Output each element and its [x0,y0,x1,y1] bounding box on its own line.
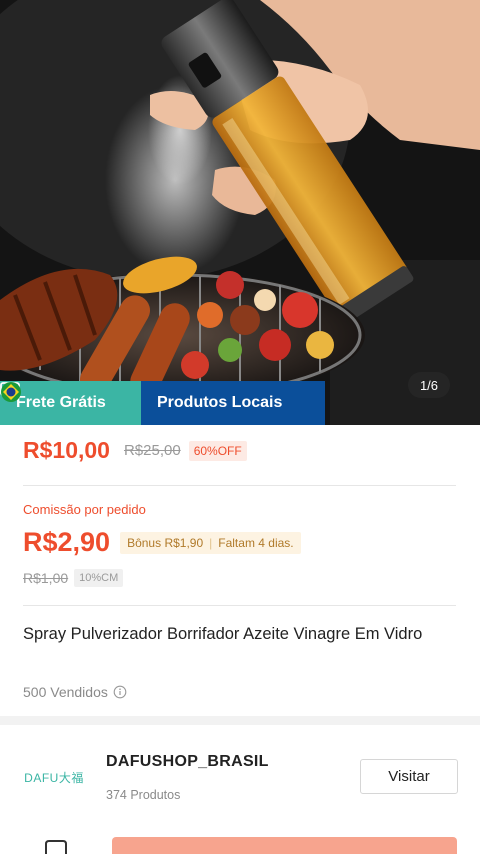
store-icon[interactable] [44,840,68,854]
commission-rate: 10%CM [74,569,124,587]
bonus-badge: Bônus R$1,90 | Faltam 4 dias. [120,531,301,554]
bonus-separator: | [209,535,213,550]
free-shipping-label: Frete Grátis [16,394,106,411]
commission-row: R$2,90 Bônus R$1,90 | Faltam 4 dias. [23,527,301,558]
divider [23,605,456,606]
local-products-label: Produtos Locais [157,394,283,411]
price-row: R$10,00 R$25,00 60%OFF [23,437,247,464]
product-image-carousel[interactable]: 1/6 Frete Grátis Produtos Locais [0,0,480,425]
shop-logo[interactable]: DAFU大福 [18,745,90,809]
badge-row: Frete Grátis Produtos Locais [0,381,325,425]
shop-products-count: 374 Produtos [106,788,181,802]
sold-count-label: 500 Vendidos [23,684,108,700]
bonus-amount: Bônus R$1,90 [127,535,204,550]
local-products-badge: Produtos Locais [1,381,325,425]
primary-action-button[interactable] [112,837,457,854]
visit-shop-button[interactable]: Visitar [360,759,458,794]
divider [23,485,456,486]
sold-count: 500 Vendidos [23,684,127,700]
section-separator [0,716,480,725]
product-photo [0,0,480,425]
bonus-remaining: Faltam 4 dias. [218,535,294,550]
discount-badge: 60%OFF [188,440,247,461]
commission-value: R$2,90 [23,527,111,557]
info-icon[interactable] [113,685,127,699]
commission-label: Comissão por pedido [23,502,146,517]
product-title: Spray Pulverizador Borrifador Azeite Vin… [23,625,423,643]
commission-rate-row: R$1,00 10%CM [23,569,124,587]
current-price: R$10,00 [23,437,110,463]
old-commission: R$1,00 [23,570,69,586]
image-counter: 1/6 [408,372,450,398]
shop-name[interactable]: DAFUSHOP_BRASIL [106,753,269,771]
original-price: R$25,00 [123,442,181,459]
